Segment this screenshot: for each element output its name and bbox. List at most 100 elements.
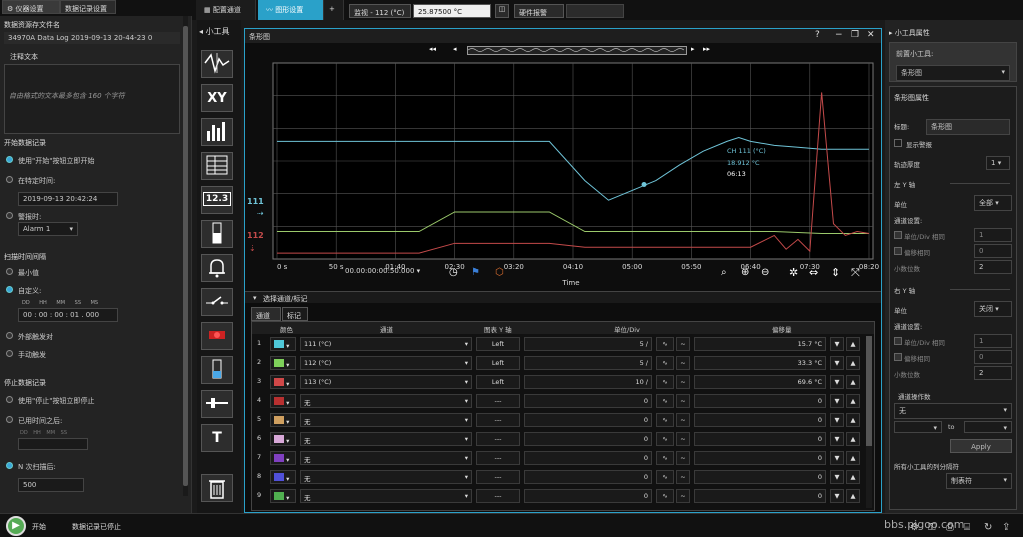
note-textarea[interactable]: 自由格式的文本最多包含 160 个字符 (4, 64, 180, 134)
range-to-select[interactable]: ▾ (964, 421, 1012, 433)
waveform-icon[interactable]: ∿ (656, 356, 674, 370)
offset-down-icon[interactable]: ▼ (830, 451, 844, 465)
color-picker[interactable]: ▾ (270, 413, 296, 427)
channel-select[interactable]: 无 ▾ (300, 432, 472, 446)
channel-select[interactable]: 无 ▾ (300, 451, 472, 465)
color-picker[interactable]: ▾ (270, 470, 296, 484)
tilde-icon[interactable]: ~ (676, 337, 690, 351)
bell-icon[interactable] (201, 254, 233, 282)
folder-icon[interactable]: ⌸ (964, 522, 970, 533)
alarm-select[interactable]: Alarm 1 ▾ (18, 222, 78, 236)
fit-horizontal-icon[interactable]: ⇔ (809, 266, 818, 279)
offset-up-icon[interactable]: ▲ (846, 451, 860, 465)
channel-select[interactable]: 无 ▾ (300, 394, 472, 408)
save-icon[interactable]: ⎙ (946, 522, 954, 533)
offset-up-icon[interactable]: ▲ (846, 356, 860, 370)
tab-graph-settings[interactable]: 〰 图形设置 (258, 0, 324, 20)
table-scrollbar[interactable] (866, 336, 872, 508)
offset-cell[interactable]: 0 (694, 432, 826, 446)
waveform-icon[interactable]: ∿ (656, 375, 674, 389)
stop-after-time-radio[interactable] (6, 416, 13, 423)
play-icon[interactable]: ▶ (6, 516, 26, 536)
screenshot-icon[interactable]: ◫ (495, 4, 509, 18)
digital-meter-tool-button[interactable]: 12.3 (201, 186, 233, 214)
tilde-icon[interactable]: ~ (676, 470, 690, 484)
scan-external-radio[interactable] (6, 332, 13, 339)
tilde-icon[interactable]: ~ (676, 356, 690, 370)
scan-custom-radio[interactable] (6, 286, 13, 293)
offset-cell[interactable]: 69.6 °C (694, 375, 826, 389)
left-unit-div-checkbox[interactable] (894, 231, 902, 239)
offset-cell[interactable]: 33.3 °C (694, 356, 826, 370)
offset-cell[interactable]: 0 (694, 394, 826, 408)
y-axis-cell[interactable]: --- (476, 470, 520, 484)
waveform-icon[interactable]: ∿ (656, 451, 674, 465)
unit-div-cell[interactable]: 5 / (524, 356, 652, 370)
navigator-track[interactable] (467, 46, 687, 55)
left-decimals-input[interactable]: 2 (974, 260, 1012, 274)
start-on-alarm-radio[interactable] (6, 212, 13, 219)
stop-immediate-radio[interactable] (6, 396, 13, 403)
offset-up-icon[interactable]: ▲ (846, 375, 860, 389)
refresh-icon[interactable]: ↻ (984, 522, 992, 533)
start-time-input[interactable]: 2019-09-13 20:42:24 (18, 192, 118, 206)
channel-select[interactable]: 无 ▾ (300, 470, 472, 484)
unit-div-cell[interactable]: 0 (524, 432, 652, 446)
waveform-icon[interactable]: ∿ (656, 489, 674, 503)
channel-marker-header[interactable]: ▾ 选择通道/标记 (245, 291, 881, 303)
offset-down-icon[interactable]: ▼ (830, 356, 844, 370)
right-offset-checkbox[interactable] (894, 353, 902, 361)
channel-select[interactable]: 112 (°C) ▾ (300, 356, 472, 370)
y-axis-cell[interactable]: --- (476, 432, 520, 446)
left-scrollbar[interactable] (183, 16, 188, 496)
unit-div-cell[interactable]: 10 / (524, 375, 652, 389)
show-alarm-checkbox[interactable] (894, 139, 902, 147)
waveform-icon[interactable]: ∿ (656, 413, 674, 427)
offset-down-icon[interactable]: ▼ (830, 489, 844, 503)
unit-div-cell[interactable]: 0 (524, 489, 652, 503)
text-tool-button[interactable]: T (201, 424, 233, 452)
channel-select[interactable]: 111 (°C) ▾ (300, 337, 472, 351)
start-at-time-radio[interactable] (6, 176, 13, 183)
color-picker[interactable]: ▾ (270, 432, 296, 446)
color-picker[interactable]: ▾ (270, 375, 296, 389)
tab-markers[interactable]: 标记 (282, 307, 308, 321)
y-axis-cell[interactable]: --- (476, 451, 520, 465)
clock-icon[interactable]: ◷ (449, 267, 458, 278)
y-axis-cell[interactable]: --- (476, 394, 520, 408)
left-unit-select[interactable]: 全部 ▾ (974, 195, 1012, 211)
strip-chart[interactable]: 0 s 50 s 01:40 02:30 03:20 04:10 05:00 05:50 06:… (245, 59, 881, 289)
unit-div-cell[interactable]: 0 (524, 470, 652, 484)
apply-button[interactable]: Apply (950, 439, 1012, 453)
channel-select[interactable]: 无 ▾ (300, 489, 472, 503)
tilde-icon[interactable]: ~ (676, 451, 690, 465)
offset-cell[interactable]: 0 (694, 451, 826, 465)
right-unit-div-input[interactable]: 1 (974, 334, 1012, 348)
marker-pin-icon[interactable]: ⬡ (495, 267, 504, 278)
channel-select[interactable]: 无 ▾ (300, 413, 472, 427)
tilde-icon[interactable]: ~ (676, 413, 690, 427)
range-from-select[interactable]: ▾ (894, 421, 942, 433)
tilde-icon[interactable]: ~ (676, 489, 690, 503)
close-icon[interactable]: ✕ (867, 30, 875, 40)
scan-min-radio[interactable] (6, 268, 13, 275)
y-axis-cell[interactable]: Left (476, 356, 520, 370)
tilde-icon[interactable]: ~ (676, 375, 690, 389)
waveform-icon[interactable]: ∿ (656, 337, 674, 351)
offset-cell[interactable]: 0 (694, 413, 826, 427)
offset-up-icon[interactable]: ▲ (846, 470, 860, 484)
scan-count-input[interactable]: 500 (18, 478, 84, 492)
restore-icon[interactable]: ❐ (851, 30, 859, 40)
offset-up-icon[interactable]: ▲ (846, 432, 860, 446)
autoscale-icon[interactable]: ✲ (789, 266, 798, 279)
offset-down-icon[interactable]: ▼ (830, 413, 844, 427)
offset-up-icon[interactable]: ▲ (846, 413, 860, 427)
zoom-box-icon[interactable]: ⌕ (721, 267, 727, 278)
settings-icon[interactable]: ⚙ (910, 522, 919, 533)
minimize-icon[interactable]: − (835, 30, 843, 40)
lock-icon[interactable]: ⚿ (928, 522, 936, 533)
start-button-label[interactable]: 开始 (32, 522, 46, 532)
tilde-icon[interactable]: ~ (676, 432, 690, 446)
y-axis-cell[interactable]: Left (476, 375, 520, 389)
right-decimals-input[interactable]: 2 (974, 366, 1012, 380)
